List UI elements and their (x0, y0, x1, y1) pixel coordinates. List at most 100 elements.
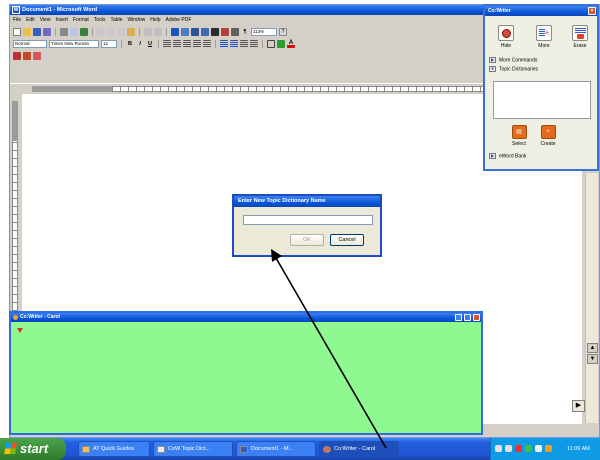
eword-bank-row[interactable]: ▶ eWord Bank (489, 153, 526, 160)
style-select[interactable]: Normal (13, 39, 47, 48)
new-document-icon[interactable] (13, 27, 21, 36)
select-button[interactable]: ▤ Select (506, 125, 532, 147)
cowriter-speak-icon[interactable] (33, 52, 41, 60)
align-center-icon[interactable] (173, 39, 181, 48)
folder-icon (82, 446, 90, 453)
tray-network-icon[interactable] (495, 445, 502, 452)
cowriter-panel-title-bar[interactable]: Co:Writer × (485, 6, 597, 16)
maximize-icon[interactable] (464, 314, 471, 321)
vertical-scrollbar[interactable]: ▲ ▼ (585, 173, 598, 423)
underline-button[interactable]: U (146, 40, 154, 48)
task-cow-topic-dict[interactable]: CoW Topic Dict... (153, 441, 233, 457)
permission-icon[interactable] (43, 27, 51, 36)
erase-button[interactable]: Erase (565, 25, 595, 49)
ok-button[interactable]: OK (290, 234, 324, 246)
copy-icon[interactable] (107, 27, 115, 36)
print-preview-icon[interactable] (70, 27, 78, 36)
menu-window[interactable]: Window (127, 17, 145, 23)
more-icon: + (536, 25, 552, 41)
tray-security-icon[interactable] (515, 445, 522, 452)
more-commands-label: More Commands (499, 57, 538, 64)
tray-volume-icon[interactable] (505, 445, 512, 452)
menu-adobe-pdf[interactable]: Adobe PDF (166, 17, 192, 23)
cowriter-dictionary-icon[interactable] (23, 52, 31, 60)
more-commands-row[interactable]: ▶ More Commands (489, 57, 537, 64)
bold-button[interactable]: B (126, 40, 134, 48)
paste-icon[interactable] (117, 27, 125, 36)
start-button[interactable]: start (0, 438, 66, 460)
cowriter-icon (323, 446, 331, 453)
open-folder-icon[interactable] (23, 27, 31, 36)
decrease-indent-icon[interactable] (240, 39, 248, 48)
redo-icon[interactable] (154, 27, 162, 36)
ruler-left-margin[interactable] (32, 86, 112, 92)
hide-label: Hide (500, 43, 512, 49)
print-icon[interactable] (60, 27, 68, 36)
cowriter-window-title-bar[interactable]: Co:Writer - Carol (11, 313, 481, 322)
drawing-icon[interactable] (221, 27, 229, 36)
italic-button[interactable]: I (136, 40, 144, 48)
menu-format[interactable]: Format (73, 17, 89, 23)
task-cowriter-carol[interactable]: Co:Writer - Carol (319, 441, 399, 457)
bullets-icon[interactable] (230, 39, 238, 48)
menu-edit[interactable]: Edit (26, 17, 35, 23)
undo-icon[interactable] (144, 27, 152, 36)
word-title: Document1 - Microsoft Word (22, 7, 98, 13)
menu-view[interactable]: View (40, 17, 51, 23)
cowriter-panel: Co:Writer × Hide + More Erase ▶ More Comm… (483, 4, 599, 171)
menu-file[interactable]: File (13, 17, 21, 23)
scroll-right-icon[interactable]: ▶ (572, 400, 585, 412)
task-document1[interactable]: Document1 - M... (236, 441, 316, 457)
zoom-select[interactable]: 113% (251, 27, 277, 36)
columns-icon[interactable] (211, 27, 219, 36)
justify-icon[interactable] (193, 39, 201, 48)
tray-app-icon[interactable] (535, 445, 542, 452)
clock[interactable]: 11:06 AM (567, 438, 590, 460)
menu-table[interactable]: Table (110, 17, 122, 23)
scroll-up-icon[interactable]: ▲ (587, 343, 598, 353)
dialog-title-bar[interactable]: Enter New Topic Dictionary Name (234, 196, 380, 207)
menu-help[interactable]: Help (150, 17, 160, 23)
font-color-icon[interactable]: A (287, 40, 295, 48)
highlight-icon[interactable] (277, 39, 285, 48)
scroll-down-icon[interactable]: ▼ (587, 354, 598, 364)
dictionary-name-input[interactable] (243, 215, 373, 225)
toolbar-separator (139, 27, 140, 36)
taskbar: start AT Quick Guides CoW Topic Dict... … (0, 438, 600, 460)
hyperlink-icon[interactable] (171, 27, 179, 36)
menu-tools[interactable]: Tools (94, 17, 106, 23)
topic-dictionaries-list[interactable] (493, 81, 591, 119)
close-icon[interactable]: × (588, 7, 596, 15)
more-button[interactable]: + More (529, 25, 559, 49)
tray-update-icon[interactable] (545, 445, 552, 452)
help-icon[interactable]: ? (279, 27, 287, 36)
increase-indent-icon[interactable] (250, 39, 258, 48)
menu-insert[interactable]: Insert (55, 17, 68, 23)
vertical-ruler-top-margin[interactable] (12, 101, 18, 141)
task-at-quick-guides[interactable]: AT Quick Guides (78, 441, 150, 457)
spelling-icon[interactable] (80, 27, 88, 36)
format-painter-icon[interactable] (127, 27, 135, 36)
tables-borders-icon[interactable] (181, 27, 189, 36)
insert-excel-icon[interactable] (201, 27, 209, 36)
cancel-button[interactable]: Cancel (330, 234, 364, 246)
line-spacing-icon[interactable] (203, 39, 211, 48)
tray-green-icon[interactable] (525, 445, 532, 452)
align-left-icon[interactable] (163, 39, 171, 48)
create-button[interactable]: + Create (535, 125, 561, 147)
cowriter-toolbar-icon[interactable] (13, 52, 21, 60)
numbering-icon[interactable] (220, 39, 228, 48)
show-hide-icon[interactable]: ¶ (241, 28, 249, 36)
cut-icon[interactable] (97, 27, 105, 36)
align-right-icon[interactable] (183, 39, 191, 48)
insert-table-icon[interactable] (191, 27, 199, 36)
font-size-select[interactable]: 12 (101, 39, 117, 48)
save-disk-icon[interactable] (33, 27, 41, 36)
border-icon[interactable] (267, 39, 275, 48)
minimize-icon[interactable] (455, 314, 462, 321)
hide-button[interactable]: Hide (491, 25, 521, 49)
topic-dictionaries-row[interactable]: ▼ Topic Dictionaries (489, 66, 538, 73)
close-icon[interactable] (473, 314, 480, 321)
document-map-icon[interactable] (231, 27, 239, 36)
font-select[interactable]: Times New Roman (49, 39, 99, 48)
